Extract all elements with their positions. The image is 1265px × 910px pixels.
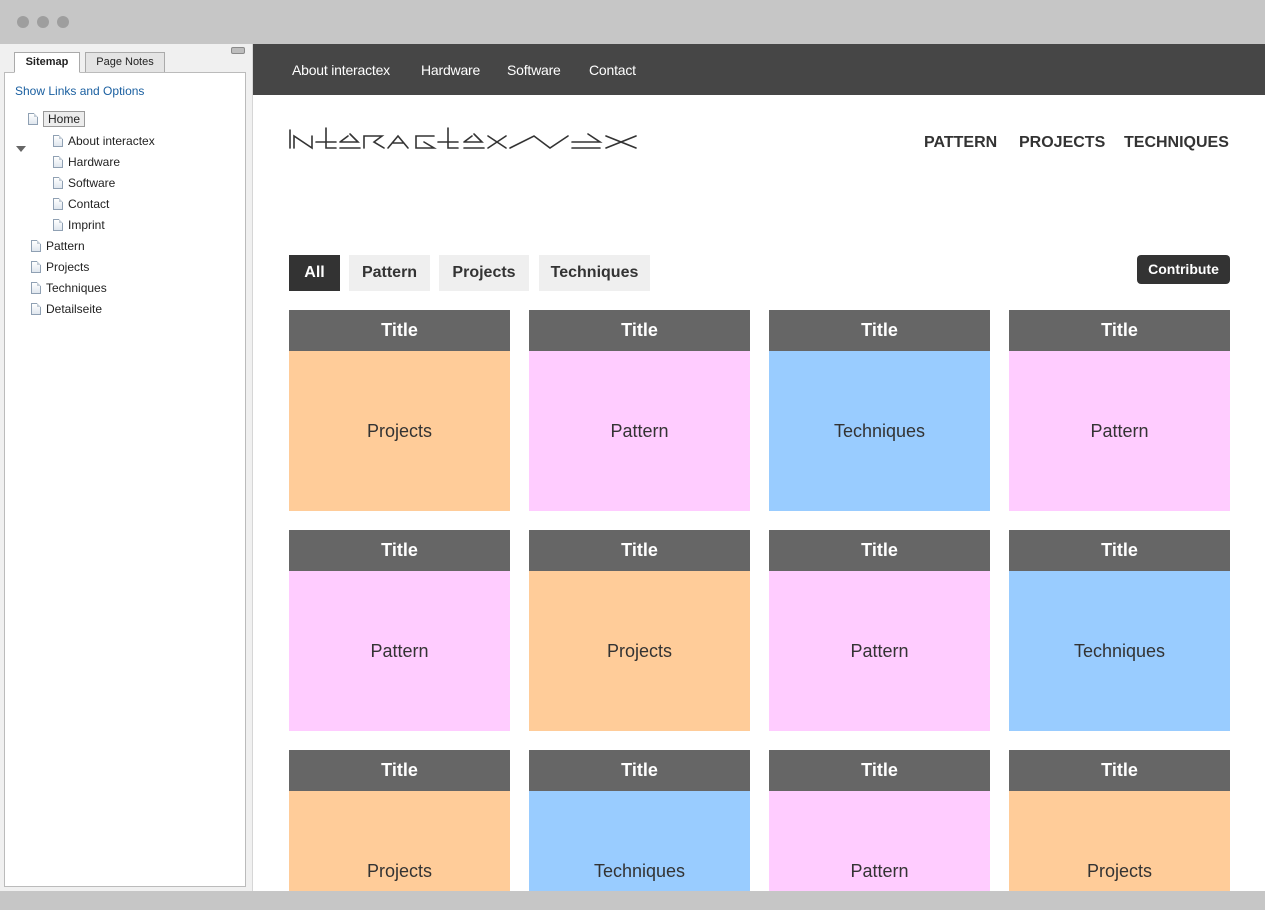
site-preview: About interactex Hardware Software Conta…	[253, 44, 1265, 891]
tree-item-hardware[interactable]: Hardware	[53, 154, 120, 172]
card-title: Title	[769, 750, 990, 791]
content-card[interactable]: Title Projects	[289, 310, 510, 511]
tree-item-label: Projects	[46, 260, 90, 274]
tree-item-detailseite[interactable]: Detailseite	[31, 301, 102, 319]
tree-item-label: About interactex	[68, 134, 155, 148]
card-category: Projects	[1009, 791, 1230, 891]
filter-all-button[interactable]: All	[289, 255, 340, 291]
card-title: Title	[529, 310, 750, 351]
card-category: Techniques	[529, 791, 750, 891]
minimize-window-icon[interactable]	[37, 16, 49, 28]
page-icon	[53, 219, 63, 231]
card-title: Title	[1009, 530, 1230, 571]
tree-item-home[interactable]: Home	[28, 111, 86, 129]
tree-item-projects[interactable]: Projects	[31, 259, 89, 277]
page-icon	[28, 113, 38, 125]
top-navigation-bar: About interactex Hardware Software Conta…	[253, 44, 1265, 95]
content-card[interactable]: Title Projects	[289, 750, 510, 891]
page-icon	[53, 198, 63, 210]
card-title: Title	[1009, 750, 1230, 791]
page-icon	[31, 240, 41, 252]
card-category: Projects	[289, 791, 510, 891]
card-title: Title	[769, 530, 990, 571]
topnav-hardware-link[interactable]: Hardware	[421, 62, 480, 78]
zoom-window-icon[interactable]	[57, 16, 69, 28]
card-title: Title	[769, 310, 990, 351]
card-title: Title	[529, 530, 750, 571]
card-title: Title	[1009, 310, 1230, 351]
collapse-panel-button[interactable]	[231, 47, 245, 54]
card-category: Pattern	[529, 351, 750, 511]
content-card[interactable]: Title Techniques	[529, 750, 750, 891]
page-icon	[31, 261, 41, 273]
tab-page-notes[interactable]: Page Notes	[85, 52, 165, 73]
card-title: Title	[289, 750, 510, 791]
topnav-contact-link[interactable]: Contact	[589, 62, 636, 78]
card-category: Pattern	[289, 571, 510, 731]
content-card[interactable]: Title Pattern	[769, 750, 990, 891]
filter-techniques-button[interactable]: Techniques	[539, 255, 650, 291]
sitemap-sidebar: Sitemap Page Notes Show Links and Option…	[0, 44, 253, 891]
filter-pattern-button[interactable]: Pattern	[349, 255, 430, 291]
tree-item-label: Techniques	[46, 281, 107, 295]
contribute-button[interactable]: Contribute	[1137, 255, 1230, 284]
tab-sitemap[interactable]: Sitemap	[14, 52, 80, 73]
card-category: Pattern	[769, 791, 990, 891]
card-title: Title	[289, 310, 510, 351]
page-icon	[53, 177, 63, 189]
content-card[interactable]: Title Projects	[1009, 750, 1230, 891]
main-nav-projects-link[interactable]: PROJECTS	[1019, 134, 1105, 152]
tree-item-techniques[interactable]: Techniques	[31, 280, 107, 298]
tree-item-about-interactex[interactable]: About interactex	[53, 133, 155, 151]
tree-item-label: Pattern	[46, 239, 85, 253]
card-category: Projects	[289, 351, 510, 511]
card-category: Pattern	[1009, 351, 1230, 511]
tree-item-label: Imprint	[68, 218, 105, 232]
tree-item-imprint[interactable]: Imprint	[53, 217, 105, 235]
tree-item-contact[interactable]: Contact	[53, 196, 109, 214]
content-card[interactable]: Title Pattern	[1009, 310, 1230, 511]
tree-item-pattern[interactable]: Pattern	[31, 238, 85, 256]
card-category: Projects	[529, 571, 750, 731]
show-links-and-options-link[interactable]: Show Links and Options	[15, 84, 144, 98]
main-nav-techniques-link[interactable]: TECHNIQUES	[1124, 134, 1229, 152]
content-card[interactable]: Title Projects	[529, 530, 750, 731]
tree-item-label: Contact	[68, 197, 110, 211]
topnav-about-interactex-link[interactable]: About interactex	[292, 62, 390, 78]
tree-item-label: Home	[43, 111, 86, 127]
content-card[interactable]: Title Techniques	[1009, 530, 1230, 731]
topnav-software-link[interactable]: Software	[507, 62, 561, 78]
page-icon	[31, 282, 41, 294]
sitemap-panel: Show Links and Options Home About intera…	[4, 72, 246, 887]
content-card[interactable]: Title Pattern	[289, 530, 510, 731]
card-title: Title	[289, 530, 510, 571]
filter-projects-button[interactable]: Projects	[439, 255, 529, 291]
interactex-logo[interactable]	[288, 122, 640, 154]
main-nav-pattern-link[interactable]: PATTERN	[924, 134, 997, 152]
card-category: Techniques	[1009, 571, 1230, 731]
close-window-icon[interactable]	[17, 16, 29, 28]
page-icon	[53, 135, 63, 147]
tree-expand-toggle-icon[interactable]	[16, 146, 26, 152]
page-icon	[53, 156, 63, 168]
tree-item-label: Detailseite	[46, 302, 103, 316]
content-card[interactable]: Title Pattern	[529, 310, 750, 511]
tree-item-label: Hardware	[68, 155, 121, 169]
card-category: Techniques	[769, 351, 990, 511]
tree-item-software[interactable]: Software	[53, 175, 115, 193]
window-titlebar	[0, 0, 1265, 44]
content-card[interactable]: Title Techniques	[769, 310, 990, 511]
content-card[interactable]: Title Pattern	[769, 530, 990, 731]
page-icon	[31, 303, 41, 315]
card-title: Title	[529, 750, 750, 791]
window-bottom-bar	[0, 891, 1265, 910]
tree-item-label: Software	[68, 176, 116, 190]
card-category: Pattern	[769, 571, 990, 731]
